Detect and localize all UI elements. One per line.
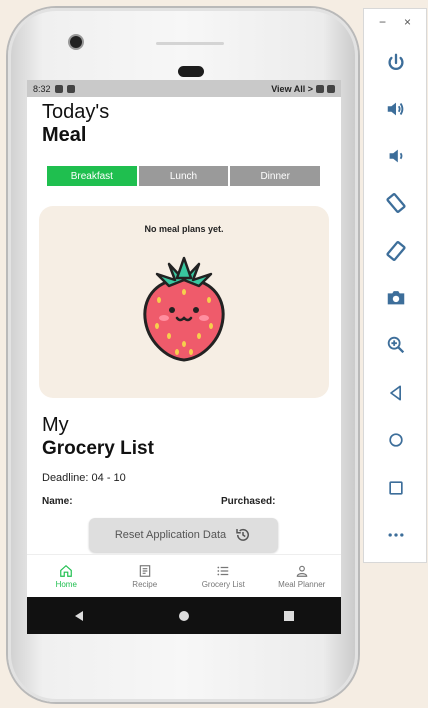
zoom-icon <box>387 336 405 354</box>
volume-down-icon <box>389 149 403 163</box>
zoom-button[interactable] <box>380 331 412 359</box>
rotate-left-icon <box>386 192 406 214</box>
meal-tabs: Breakfast Lunch Dinner <box>47 166 321 186</box>
speaker-grille <box>178 66 204 77</box>
power-icon <box>388 53 404 70</box>
wifi-icon <box>316 84 324 93</box>
tab-lunch[interactable]: Lunch <box>138 166 229 186</box>
system-home-button[interactable] <box>174 606 194 626</box>
camera-icon <box>387 291 405 305</box>
nav-meal-planner[interactable]: Meal Planner <box>263 555 342 597</box>
close-button[interactable]: × <box>404 15 411 29</box>
reset-data-button[interactable]: Reset Application Data <box>89 518 278 552</box>
overview-square-icon <box>283 610 294 621</box>
battery-icon <box>327 84 335 93</box>
rotate-right-icon <box>386 240 406 262</box>
tab-dinner[interactable]: Dinner <box>230 166 321 186</box>
grocery-deadline: Deadline: 04 - 10 <box>42 472 126 484</box>
list-icon <box>217 566 229 575</box>
back-icon <box>390 385 401 401</box>
earpiece-bar <box>156 42 224 45</box>
history-icon <box>236 528 250 541</box>
person-icon <box>296 565 308 577</box>
volume-up-icon <box>387 102 404 116</box>
nav-home-label: Home <box>55 579 77 589</box>
sd-card-icon <box>66 84 75 93</box>
home-circle-icon <box>178 610 189 621</box>
column-header-name: Name: <box>42 496 73 507</box>
bottom-navigation: Home Recipe Grocery List Meal Planner <box>27 554 341 597</box>
grocery-title-line2: Grocery List <box>42 438 154 459</box>
emulator-toolbar: − × <box>363 8 427 563</box>
device-screen: 8:32 View All > Today's Meal Breakfast L… <box>27 80 341 634</box>
page-title-line1: Today's <box>42 101 110 123</box>
back-button[interactable] <box>380 379 412 407</box>
meal-card: No meal plans yet. <box>39 206 329 398</box>
notification-icon <box>54 84 63 93</box>
nav-recipe[interactable]: Recipe <box>106 555 185 597</box>
more-button[interactable] <box>380 521 412 549</box>
nav-home[interactable]: Home <box>27 555 106 597</box>
status-bar: 8:32 View All > <box>27 80 341 97</box>
grocery-title-line1: My <box>42 414 69 436</box>
system-navigation-bar <box>27 597 341 634</box>
nav-grocery-label: Grocery List <box>201 579 245 589</box>
nav-meal-planner-label: Meal Planner <box>278 579 326 589</box>
system-overview-button[interactable] <box>279 606 299 626</box>
rotate-right-button[interactable] <box>380 237 412 265</box>
minimize-button[interactable]: − <box>379 15 386 29</box>
overview-icon <box>389 481 403 495</box>
volume-up-button[interactable] <box>380 95 412 123</box>
no-meal-message: No meal plans yet. <box>144 224 224 234</box>
status-time: 8:32 <box>33 83 51 94</box>
front-camera <box>70 36 82 48</box>
nav-recipe-label: Recipe <box>132 579 158 589</box>
home-icon <box>60 564 73 577</box>
page-title-line2: Meal <box>42 124 87 146</box>
reset-button-label: Reset Application Data <box>114 529 227 541</box>
home-button[interactable] <box>380 426 412 454</box>
back-triangle-icon <box>75 610 84 621</box>
volume-down-button[interactable] <box>380 142 412 170</box>
overview-button[interactable] <box>380 474 412 502</box>
recipe-icon <box>139 564 150 577</box>
nav-grocery-list[interactable]: Grocery List <box>184 555 263 597</box>
strawberry-illustration <box>143 256 225 362</box>
column-header-purchased: Purchased: <box>221 496 276 507</box>
more-icon <box>388 533 404 537</box>
tab-breakfast[interactable]: Breakfast <box>47 166 137 186</box>
view-all-link[interactable]: View All > <box>271 84 313 94</box>
system-back-button[interactable] <box>69 606 89 626</box>
rotate-left-button[interactable] <box>380 189 412 217</box>
screenshot-button[interactable] <box>380 284 412 312</box>
power-button[interactable] <box>380 49 412 77</box>
home-icon <box>389 433 403 447</box>
